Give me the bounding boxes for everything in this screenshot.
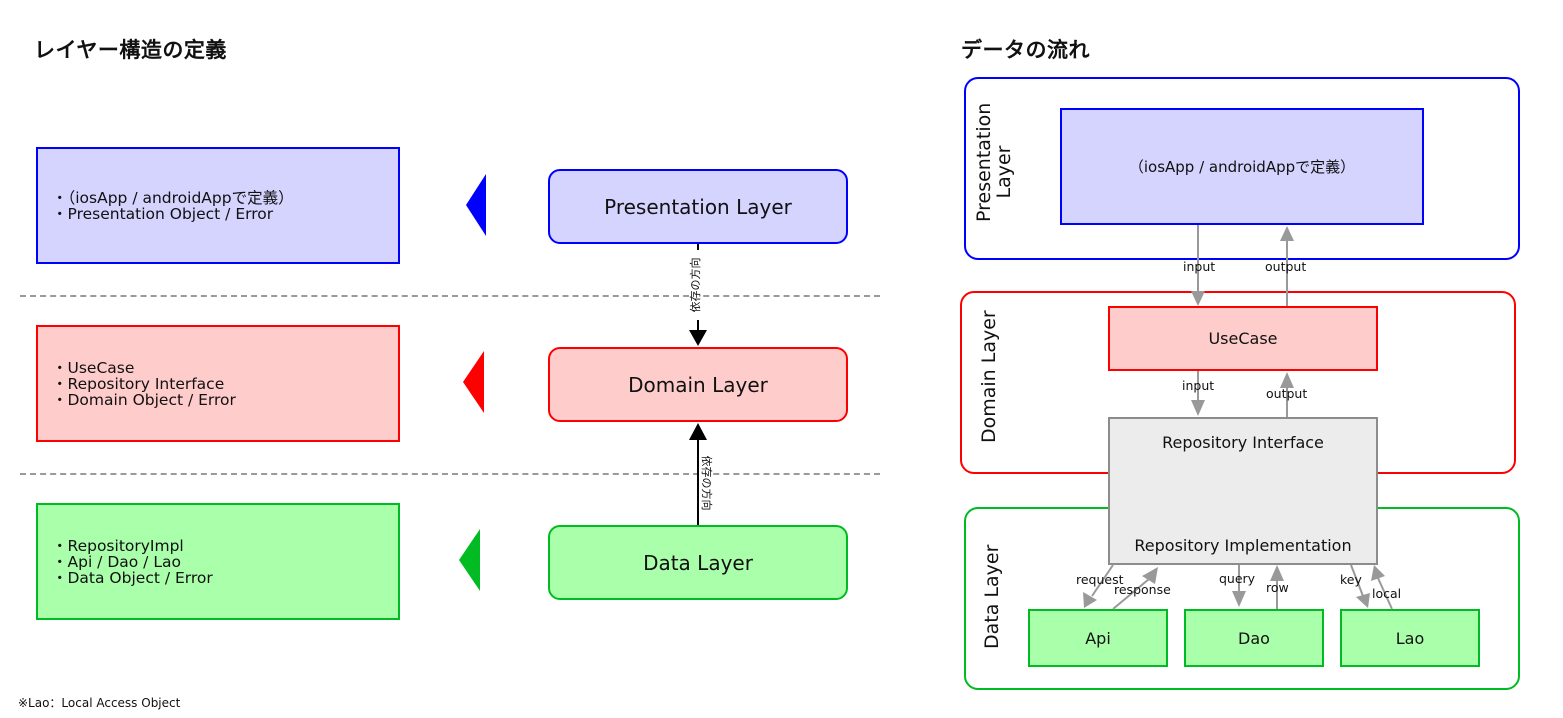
data-layer-label: Data Layer (981, 544, 1003, 649)
arrow-down-icon (689, 330, 707, 346)
pointer-triangle-icon (466, 174, 486, 236)
repository-interface-label: Repository Interface (1162, 433, 1324, 452)
domain-description-box: ・UseCase ・Repository Interface ・Domain O… (36, 325, 400, 442)
description-item: ・UseCase (52, 358, 135, 377)
left-section-title: レイヤー構造の定義 (34, 38, 227, 62)
dependency-label: 依存の方向 (699, 448, 713, 518)
data-layer-box: Data Layer (548, 525, 848, 600)
arrow-up-icon (689, 423, 707, 440)
dao-node: Dao (1184, 609, 1324, 667)
data-description-box: ・RepositoryImpl ・Api / Dao / Lao ・Data O… (36, 503, 400, 620)
flow-label-local: local (1372, 586, 1402, 601)
flow-label-response: response (1114, 582, 1171, 597)
layer-separator (20, 473, 880, 475)
presentation-layer-box: Presentation Layer (548, 169, 848, 244)
description-item: ・Presentation Object / Error (52, 204, 274, 223)
flow-label-output: output (1265, 259, 1307, 274)
flow-label-output: output (1266, 386, 1308, 401)
footnote: ※Lao：Local Access Object (18, 696, 181, 710)
domain-layer-box: Domain Layer (548, 347, 848, 422)
layer-separator (20, 295, 880, 297)
repository-node: Repository Interface Repository Implemen… (1108, 417, 1378, 565)
flow-label-query: query (1219, 571, 1256, 586)
presentation-layer-label: Presentation Layer (973, 102, 1015, 222)
description-item: ・Domain Object / Error (52, 390, 236, 409)
presentation-description-box: ・（iosApp / androidAppで定義） ・Presentation … (36, 147, 400, 264)
flow-label-input: input (1182, 378, 1215, 393)
pointer-triangle-icon (463, 351, 484, 413)
presentation-node: （iosApp / androidAppで定義） (1060, 108, 1424, 225)
flow-label-input: input (1183, 259, 1216, 274)
pointer-triangle-icon (459, 529, 480, 591)
api-node: Api (1028, 609, 1168, 667)
dependency-label: 依存の方向 (689, 250, 703, 320)
description-item: ・Repository Interface (52, 374, 225, 393)
description-item: ・（iosApp / androidAppで定義） (52, 188, 294, 207)
right-section-title: データの流れ (961, 38, 1090, 62)
description-item: ・Data Object / Error (52, 568, 213, 587)
repository-implementation-label: Repository Implementation (1134, 536, 1352, 555)
lao-node: Lao (1340, 609, 1480, 667)
domain-layer-label: Domain Layer (978, 310, 1000, 443)
flow-label-key: key (1340, 572, 1362, 587)
description-item: ・RepositoryImpl (52, 536, 184, 555)
description-item: ・Api / Dao / Lao (52, 552, 181, 571)
flow-label-row: row (1266, 580, 1289, 595)
usecase-node: UseCase (1108, 306, 1378, 371)
